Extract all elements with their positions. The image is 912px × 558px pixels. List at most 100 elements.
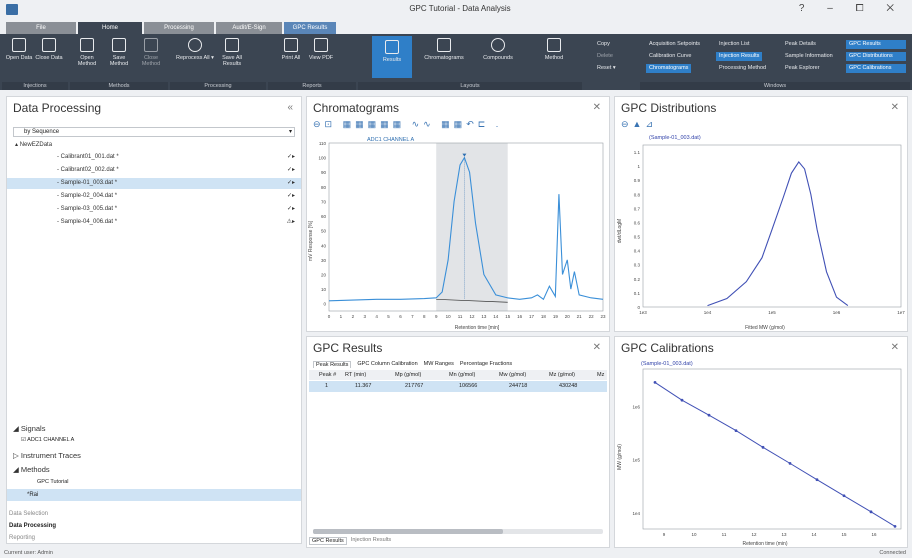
channel-label: ADC1 CHANNEL A bbox=[367, 137, 415, 143]
close-method-button[interactable]: Close Method bbox=[136, 38, 166, 67]
methods-section[interactable]: ◢ Methods bbox=[13, 465, 50, 474]
tab-injection-results-bottom[interactable]: Injection Results bbox=[351, 537, 391, 545]
app-icon[interactable] bbox=[6, 4, 18, 15]
layout-results-button[interactable]: Results bbox=[372, 36, 412, 78]
y-tick-label: 10 bbox=[321, 287, 327, 292]
open-method-button[interactable]: Open Method bbox=[72, 38, 102, 67]
y-tick-label: 0.7 bbox=[634, 206, 641, 211]
y-axis-label: MW (g/mol) bbox=[617, 444, 623, 470]
chromatograms-panel: Chromatograms ✕ ⊖⊡ ▦▦▦▦▦ ∿∿ ▦▦↶⊏ . ADC1 … bbox=[306, 96, 610, 332]
sample-label: (Sample-01_003.dat) bbox=[641, 361, 693, 367]
window-acquisition-setpoints[interactable]: Acquisition Setpoints bbox=[646, 40, 703, 49]
method-item-selected[interactable]: *Rai bbox=[7, 489, 301, 501]
close-icon[interactable]: ✕ bbox=[593, 102, 601, 113]
close-icon[interactable]: ✕ bbox=[891, 102, 899, 113]
x-tick-label: 3 bbox=[363, 314, 366, 319]
gpc-results-panel: GPC Results ✕ Peak Results GPC Column Ca… bbox=[306, 336, 610, 548]
save-all-results-button[interactable]: Save All Results bbox=[214, 38, 250, 67]
subtab-peak-results[interactable]: Peak Results bbox=[313, 361, 352, 368]
x-tick-label: 15 bbox=[841, 532, 847, 537]
tree-item[interactable]: - Sample-04_006.dat * ⚠▸ bbox=[7, 217, 301, 228]
horizontal-scrollbar[interactable] bbox=[313, 529, 603, 534]
close-icon[interactable]: ✕ bbox=[593, 342, 601, 353]
sequence-dropdown[interactable]: by Sequence ▾ bbox=[13, 127, 295, 137]
y-tick-label: 1.1 bbox=[634, 150, 641, 155]
gpc-calibration-chart[interactable]: (Sample-01_003.dat) MW (g/mol) Retention… bbox=[615, 357, 909, 547]
tab-home[interactable]: Home bbox=[78, 22, 142, 34]
tree-item[interactable]: - Calibrant02_002.dat * ✓▸ bbox=[7, 165, 301, 176]
tree-item[interactable]: - Sample-03_005.dat * ✓▸ bbox=[7, 204, 301, 215]
layout-chromatograms-button[interactable]: Chromatograms bbox=[422, 38, 466, 61]
tab-audit[interactable]: Audit/E-Sign bbox=[216, 22, 282, 34]
x-tick-label: 15 bbox=[505, 314, 511, 319]
chromatogram-toolbar[interactable]: ⊖⊡ ▦▦▦▦▦ ∿∿ ▦▦↶⊏ . bbox=[313, 119, 502, 130]
close-data-icon bbox=[42, 38, 56, 52]
subtab-mw-ranges[interactable]: MW Ranges bbox=[424, 361, 454, 368]
save-method-button[interactable]: Save Method bbox=[104, 38, 134, 67]
tree-root[interactable]: ▴ NewEZData bbox=[7, 140, 301, 151]
reset-button[interactable]: Reset ▾ bbox=[594, 64, 619, 73]
nav-data-processing[interactable]: Data Processing bbox=[9, 523, 56, 529]
chromatogram-chart[interactable]: ADC1 CHANNEL A mV Response [%] Retention… bbox=[307, 131, 611, 331]
collapse-button[interactable]: « bbox=[287, 102, 293, 113]
subtab-column-calibration[interactable]: GPC Column Calibration bbox=[357, 361, 417, 368]
subtab-percentage-fractions[interactable]: Percentage Fractions bbox=[460, 361, 512, 368]
window-injection-list[interactable]: Injection List bbox=[716, 40, 753, 49]
window-gpc-calibrations[interactable]: GPC Calibrations bbox=[846, 64, 906, 73]
view-pdf-button[interactable]: View PDF bbox=[306, 38, 336, 61]
print-all-button[interactable]: Print All bbox=[276, 38, 306, 61]
delete-button[interactable]: Delete bbox=[594, 52, 616, 61]
tab-gpc-results-bottom[interactable]: GPC Results bbox=[309, 537, 347, 545]
calibration-point bbox=[653, 381, 657, 384]
layout-compounds-button[interactable]: Compounds bbox=[478, 38, 518, 61]
gpc-calibrations-panel: GPC Calibrations ✕ (Sample-01_003.dat) M… bbox=[614, 336, 908, 548]
bottom-tabs: GPC Results Injection Results bbox=[309, 537, 391, 545]
x-tick-label: 17 bbox=[529, 314, 535, 319]
window-gpc-distributions[interactable]: GPC Distributions bbox=[846, 52, 906, 61]
layout-method-button[interactable]: Method bbox=[536, 38, 572, 61]
close-icon[interactable]: ✕ bbox=[891, 342, 899, 353]
tree-item[interactable]: - Sample-02_004.dat * ✓▸ bbox=[7, 191, 301, 202]
group-processing: Processing bbox=[170, 82, 266, 90]
signal-item[interactable]: ☑ ADC1 CHANNEL A bbox=[21, 437, 74, 443]
x-tick-label: 9 bbox=[435, 314, 438, 319]
x-tick-label: 16 bbox=[871, 532, 877, 537]
tree-item[interactable]: - Calibrant01_001.dat * ✓▸ bbox=[7, 152, 301, 163]
instrument-traces-section[interactable]: ▷ Instrument Traces bbox=[13, 451, 81, 460]
gpc-distribution-chart[interactable]: (Sample-01_003.dat) dwt/dLogM Fitted MW … bbox=[615, 131, 909, 331]
reprocess-all-button[interactable]: Reprocess All ▾ bbox=[176, 38, 214, 61]
distribution-toolbar[interactable]: ⊖▲⊿ bbox=[621, 119, 657, 130]
y-tick-label: 0.8 bbox=[634, 192, 641, 197]
nav-data-selection[interactable]: Data Selection bbox=[9, 511, 48, 517]
close-data-button[interactable]: Close Data bbox=[34, 38, 64, 61]
results-layout-icon bbox=[385, 40, 399, 54]
table-row[interactable]: 1 11.367 217767 106566 244718 430248 bbox=[309, 381, 607, 392]
nav-reporting[interactable]: Reporting bbox=[9, 535, 35, 541]
scrollbar-thumb[interactable] bbox=[313, 529, 503, 534]
x-tick-label: 4 bbox=[375, 314, 378, 319]
window-processing-method[interactable]: Processing Method bbox=[716, 64, 769, 73]
y-tick-label: 20 bbox=[321, 272, 327, 277]
tab-gpc-results[interactable]: GPC Results bbox=[284, 22, 336, 34]
tab-file[interactable]: File bbox=[6, 22, 76, 34]
copy-button[interactable]: Copy bbox=[594, 40, 613, 49]
x-tick-label: 5 bbox=[387, 314, 390, 319]
y-tick-label: 0.9 bbox=[634, 178, 641, 183]
window-peak-explorer[interactable]: Peak Explorer bbox=[782, 64, 823, 73]
window-calibration-curve[interactable]: Calibration Curve bbox=[646, 52, 695, 61]
save-method-icon bbox=[112, 38, 126, 52]
window-controls[interactable]: ? – ⧠ ✕ bbox=[799, 3, 904, 14]
tree-item-selected[interactable]: - Sample-01_003.dat * ✓▸ bbox=[7, 178, 301, 189]
window-injection-results[interactable]: Injection Results bbox=[716, 52, 763, 61]
window-chromatograms[interactable]: Chromatograms bbox=[646, 64, 692, 73]
open-data-button[interactable]: Open Data bbox=[4, 38, 34, 61]
x-tick-label: 21 bbox=[577, 314, 583, 319]
x-tick-label: 10 bbox=[446, 314, 452, 319]
panel-title: Chromatograms bbox=[313, 101, 400, 115]
tab-processing[interactable]: Processing bbox=[144, 22, 214, 34]
x-tick-label: 16 bbox=[517, 314, 523, 319]
window-gpc-results[interactable]: GPC Results bbox=[846, 40, 906, 49]
window-peak-details[interactable]: Peak Details bbox=[782, 40, 819, 49]
window-sample-information[interactable]: Sample Information bbox=[782, 52, 836, 61]
signals-section[interactable]: ◢ Signals bbox=[13, 424, 45, 433]
